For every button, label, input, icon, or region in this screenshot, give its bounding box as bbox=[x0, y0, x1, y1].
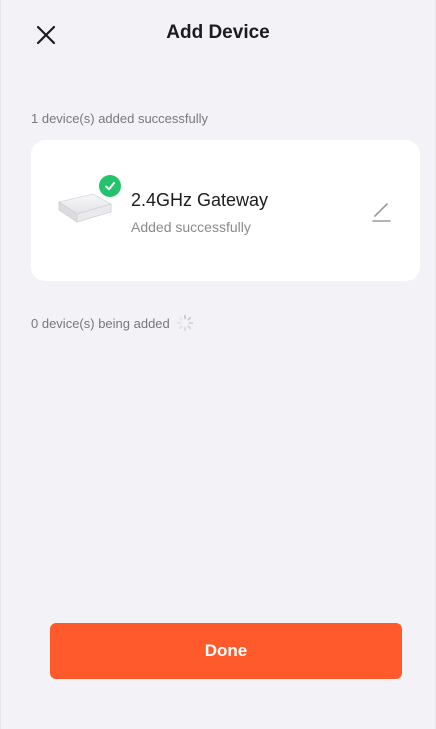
adding-count-row: 0 device(s) being added bbox=[31, 314, 194, 332]
edit-device-button[interactable] bbox=[368, 198, 394, 224]
add-device-screen: Add Device 1 device(s) added successfull… bbox=[0, 0, 436, 729]
device-card: 2.4GHz Gateway Added successfully bbox=[31, 140, 420, 281]
device-name: 2.4GHz Gateway bbox=[131, 190, 269, 210]
device-status: Added successfully bbox=[131, 219, 251, 235]
loading-spinner-icon bbox=[176, 314, 194, 332]
header: Add Device bbox=[1, 0, 435, 70]
check-circle-icon bbox=[105, 182, 115, 191]
adding-count-label: 0 device(s) being added bbox=[31, 315, 170, 331]
success-badge bbox=[99, 175, 121, 197]
added-count-label: 1 device(s) added successfully bbox=[31, 111, 209, 126]
page-title: Add Device bbox=[166, 22, 270, 43]
done-button[interactable]: Done bbox=[50, 623, 402, 679]
pencil-edit-icon bbox=[372, 203, 391, 222]
